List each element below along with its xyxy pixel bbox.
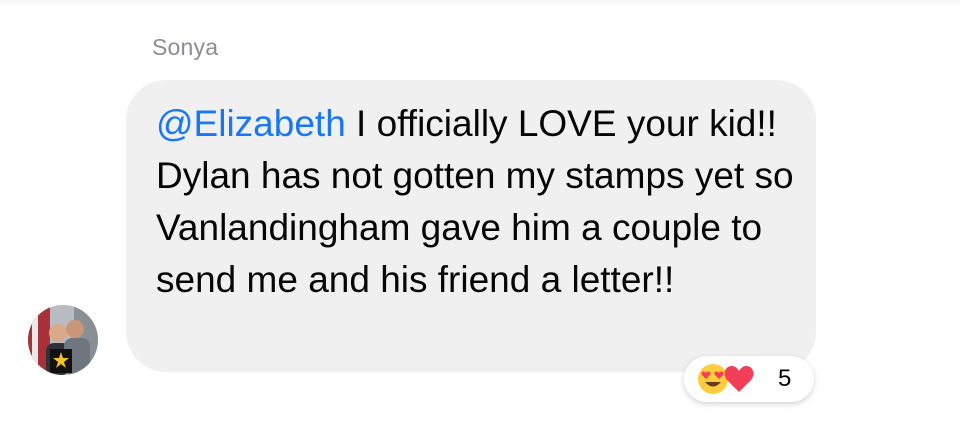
reaction-count: 5 [778, 365, 792, 392]
heart-icon [724, 366, 754, 392]
comment-bubble[interactable]: @Elizabeth I officially LOVE your kid!! … [126, 80, 816, 372]
mention-link[interactable]: @Elizabeth [156, 103, 346, 144]
avatar[interactable] [28, 305, 98, 375]
comment-text: @Elizabeth I officially LOVE your kid!! … [156, 98, 796, 306]
avatar-photo-icon [28, 305, 98, 375]
comment-thread: Sonya @Elizabeth I officially LOVE your … [0, 0, 960, 448]
top-divider [0, 0, 960, 6]
comment-author-name[interactable]: Sonya [152, 34, 218, 61]
reactions-summary[interactable]: 5 [684, 356, 814, 402]
